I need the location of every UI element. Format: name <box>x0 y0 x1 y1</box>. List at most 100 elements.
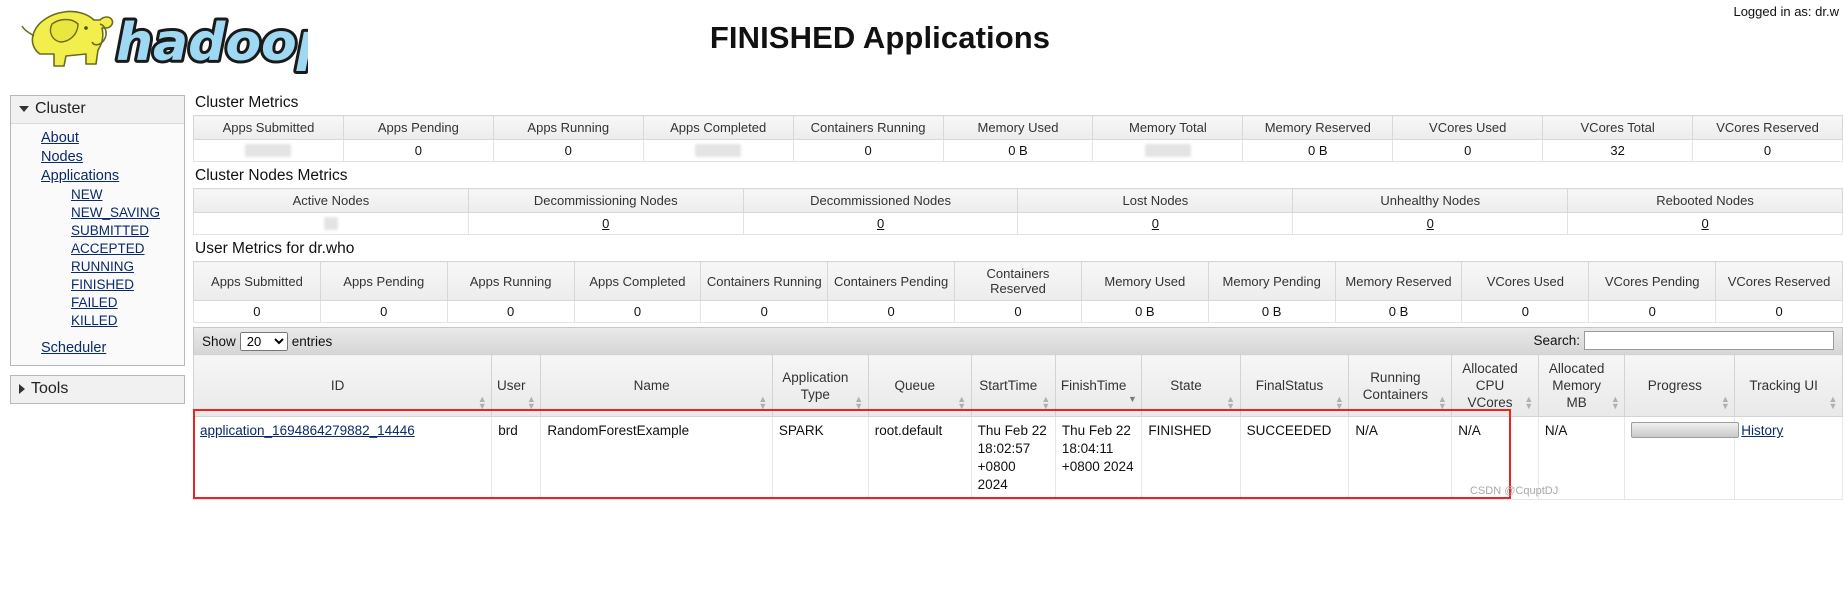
sidebar-item-state-submitted[interactable]: SUBMITTED <box>11 222 184 240</box>
col-allocated-memory-mb[interactable]: Allocated Memory MB <box>1537 354 1626 417</box>
sidebar-item-state-new-saving[interactable]: NEW_SAVING <box>11 204 184 222</box>
val-unhealthy-nodes[interactable]: 0 <box>1292 212 1569 235</box>
main-content: Cluster Metrics Apps Submitted Apps Pend… <box>192 93 1843 500</box>
sidebar-tools-box: Tools <box>10 375 185 404</box>
progress-bar <box>1631 422 1740 438</box>
val-user-apps-pending: 0 <box>319 300 448 323</box>
sidebar-item-state-finished[interactable]: FINISHED <box>11 276 184 294</box>
col-user-memory-pending: Memory Pending <box>1207 261 1336 301</box>
col-running-containers[interactable]: Running Containers <box>1348 354 1453 417</box>
val-user-memory-used: 0 B <box>1080 300 1209 323</box>
col-rebooted-nodes: Rebooted Nodes <box>1567 188 1843 213</box>
sort-icon[interactable] <box>854 396 864 410</box>
col-allocated-cpu-vcores[interactable]: Allocated CPU VCores <box>1451 354 1539 417</box>
col-containers-running: Containers Running <box>792 115 944 140</box>
sort-icon[interactable] <box>957 396 967 410</box>
sort-icon[interactable] <box>1524 396 1534 410</box>
sort-icon-desc[interactable] <box>1127 396 1137 410</box>
cell-tracking-ui[interactable]: History <box>1734 416 1843 500</box>
sort-icon[interactable] <box>1041 396 1051 410</box>
cluster-metrics-table: Apps Submitted Apps Pending Apps Running… <box>193 115 1843 162</box>
sort-icon[interactable] <box>758 396 768 410</box>
col-user-apps-pending: Apps Pending <box>319 261 448 301</box>
user-metrics-table: Apps Submitted Apps Pending Apps Running… <box>193 261 1843 323</box>
cluster-nodes-metrics-title: Cluster Nodes Metrics <box>195 167 348 184</box>
application-id-link[interactable]: application_1694864279882_14446 <box>200 423 415 438</box>
val-user-containers-reserved: 0 <box>954 300 1082 323</box>
col-user-vcores-reserved: VCores Reserved <box>1715 261 1843 301</box>
col-user-containers-running: Containers Running <box>700 261 829 301</box>
col-progress[interactable]: Progress <box>1624 354 1736 417</box>
sort-icon[interactable] <box>1226 396 1236 410</box>
sidebar-item-state-new[interactable]: NEW <box>11 186 184 204</box>
col-lost-nodes: Lost Nodes <box>1017 188 1294 213</box>
table-header-row: ID User Name Application Type Queue Star… <box>192 354 1843 417</box>
col-id[interactable]: ID <box>192 354 493 417</box>
sidebar-item-state-killed[interactable]: KILLED <box>11 312 184 330</box>
val-user-apps-running: 0 <box>446 300 575 323</box>
col-decommissioned-nodes: Decommissioned Nodes <box>742 188 1019 213</box>
yarn-resourcemanager-page: hadoop hadoop FINISHED Applications Logg… <box>0 0 1843 594</box>
col-apps-submitted: Apps Submitted <box>193 115 344 140</box>
sidebar-cluster-body: About Nodes Applications NEW NEW_SAVING … <box>11 124 184 365</box>
table-row: 0 0 0 0 0 0 0 0 B 0 B 0 B 0 0 0 <box>193 300 1843 323</box>
col-user-apps-running: Apps Running <box>446 261 575 301</box>
col-apps-completed: Apps Completed <box>642 115 794 140</box>
col-tracking-ui[interactable]: Tracking UI <box>1734 354 1843 417</box>
cluster-metrics-title: Cluster Metrics <box>195 94 299 111</box>
val-decommissioned-nodes[interactable]: 0 <box>742 212 1019 235</box>
cell-user: brd <box>491 416 542 500</box>
sidebar-item-state-running[interactable]: RUNNING <box>11 258 184 276</box>
cell-running-containers: N/A <box>1348 416 1453 500</box>
sort-icon[interactable] <box>1828 396 1838 410</box>
page-title: FINISHED Applications <box>709 20 1051 55</box>
sidebar-item-scheduler[interactable]: Scheduler <box>11 339 184 358</box>
cell-queue: root.default <box>867 416 972 500</box>
table-header-row: Apps Submitted Apps Pending Apps Running… <box>193 115 1843 140</box>
val-rebooted-nodes[interactable]: 0 <box>1567 212 1843 235</box>
sidebar-item-applications[interactable]: Applications <box>11 167 184 186</box>
table-row: 0 0 0 0 B 0 B 0 32 0 <box>193 139 1843 162</box>
val-user-apps-completed: 0 <box>573 300 702 323</box>
col-application-type[interactable]: Application Type <box>771 354 869 417</box>
val-apps-running: 0 <box>492 139 644 162</box>
sidebar-tools-header[interactable]: Tools <box>11 376 184 403</box>
sort-icon[interactable] <box>1334 396 1344 410</box>
col-starttime[interactable]: StartTime <box>970 354 1056 417</box>
page-header: hadoop hadoop FINISHED Applications Logg… <box>0 0 1843 88</box>
col-finalstatus[interactable]: FinalStatus <box>1239 354 1350 417</box>
col-user-containers-reserved: Containers Reserved <box>954 261 1082 301</box>
cluster-nodes-metrics-table: Active Nodes Decommissioning Nodes Decom… <box>193 188 1843 235</box>
col-memory-used: Memory Used <box>942 115 1094 140</box>
search-input[interactable] <box>1584 331 1834 350</box>
val-apps-submitted <box>193 139 344 162</box>
sort-icon[interactable] <box>1610 396 1620 410</box>
col-user[interactable]: User <box>491 354 542 417</box>
sidebar-item-state-failed[interactable]: FAILED <box>11 294 184 312</box>
sort-icon[interactable] <box>526 396 536 410</box>
table-row: application_1694864279882_14446 brd Rand… <box>192 416 1843 500</box>
cell-application-type: SPARK <box>771 416 869 500</box>
val-user-apps-submitted: 0 <box>193 300 321 323</box>
user-metrics-title: User Metrics for dr.who <box>195 240 355 257</box>
cell-id[interactable]: application_1694864279882_14446 <box>192 416 493 500</box>
sidebar-item-nodes[interactable]: Nodes <box>11 148 184 167</box>
val-decommissioning-nodes[interactable]: 0 <box>467 212 744 235</box>
sidebar-cluster-header[interactable]: Cluster <box>11 96 184 124</box>
tracking-ui-link[interactable]: History <box>1741 423 1783 438</box>
sidebar-item-state-accepted[interactable]: ACCEPTED <box>11 240 184 258</box>
sort-icon[interactable] <box>1437 396 1447 410</box>
val-active-nodes[interactable] <box>193 212 469 235</box>
col-state[interactable]: State <box>1141 354 1241 417</box>
col-queue[interactable]: Queue <box>867 354 972 417</box>
sort-icon[interactable] <box>477 396 487 410</box>
val-user-memory-pending: 0 B <box>1207 300 1336 323</box>
col-finishtime[interactable]: FinishTime <box>1054 354 1143 417</box>
table-header-row: Apps Submitted Apps Pending Apps Running… <box>193 261 1843 301</box>
page-length-select[interactable]: 20 50 100 <box>239 331 288 351</box>
val-user-memory-reserved: 0 B <box>1334 300 1463 323</box>
col-name[interactable]: Name <box>540 354 773 417</box>
sort-icon[interactable] <box>1720 396 1730 410</box>
sidebar-item-about[interactable]: About <box>11 129 184 148</box>
val-lost-nodes[interactable]: 0 <box>1017 212 1294 235</box>
